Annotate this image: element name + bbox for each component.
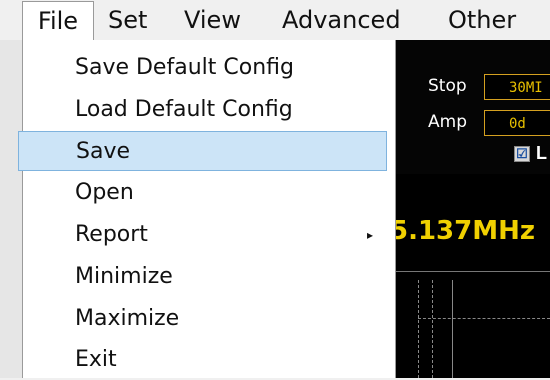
- menu-item-exit[interactable]: Exit: [23, 340, 395, 380]
- menu-item-report[interactable]: Report ▸: [23, 215, 395, 255]
- file-dropdown-menu: Save Default Config Load Default Config …: [18, 40, 396, 380]
- grid-line: [432, 280, 433, 378]
- frequency-readout: 5.137MHz: [390, 216, 536, 246]
- grid-line: [418, 318, 550, 319]
- l-checkbox-label: L: [536, 143, 547, 163]
- menu-item-save-default-config[interactable]: Save Default Config: [23, 48, 395, 88]
- amp-label: Amp: [428, 112, 467, 132]
- menu-item-report-label: Report: [75, 222, 148, 247]
- menu-item-open[interactable]: Open: [23, 173, 395, 213]
- stop-label: Stop: [428, 76, 467, 96]
- checkmark-icon: ☑: [516, 146, 528, 161]
- l-checkbox[interactable]: ☑: [514, 146, 530, 162]
- menu-set[interactable]: Set: [108, 0, 147, 40]
- amplitude-field[interactable]: 0d: [484, 110, 550, 136]
- grid-line: [418, 280, 419, 378]
- window-left-edge: [0, 40, 23, 378]
- control-panel: Stop 30MI Amp 0d ☑ L: [388, 40, 550, 174]
- stop-frequency-field[interactable]: 30MI: [484, 74, 550, 100]
- menu-other[interactable]: Other: [448, 0, 516, 40]
- menu-item-save[interactable]: Save: [18, 131, 387, 171]
- menu-item-minimize[interactable]: Minimize: [23, 257, 395, 297]
- menu-advanced[interactable]: Advanced: [282, 0, 401, 40]
- menu-bar: File Set View Advanced Other: [0, 0, 550, 41]
- menu-item-maximize[interactable]: Maximize: [23, 299, 395, 339]
- menu-view[interactable]: View: [184, 0, 241, 40]
- grid-line: [452, 280, 453, 378]
- menu-item-load-default-config[interactable]: Load Default Config: [23, 90, 395, 130]
- menu-file[interactable]: File: [22, 1, 94, 41]
- submenu-arrow-icon: ▸: [367, 228, 374, 242]
